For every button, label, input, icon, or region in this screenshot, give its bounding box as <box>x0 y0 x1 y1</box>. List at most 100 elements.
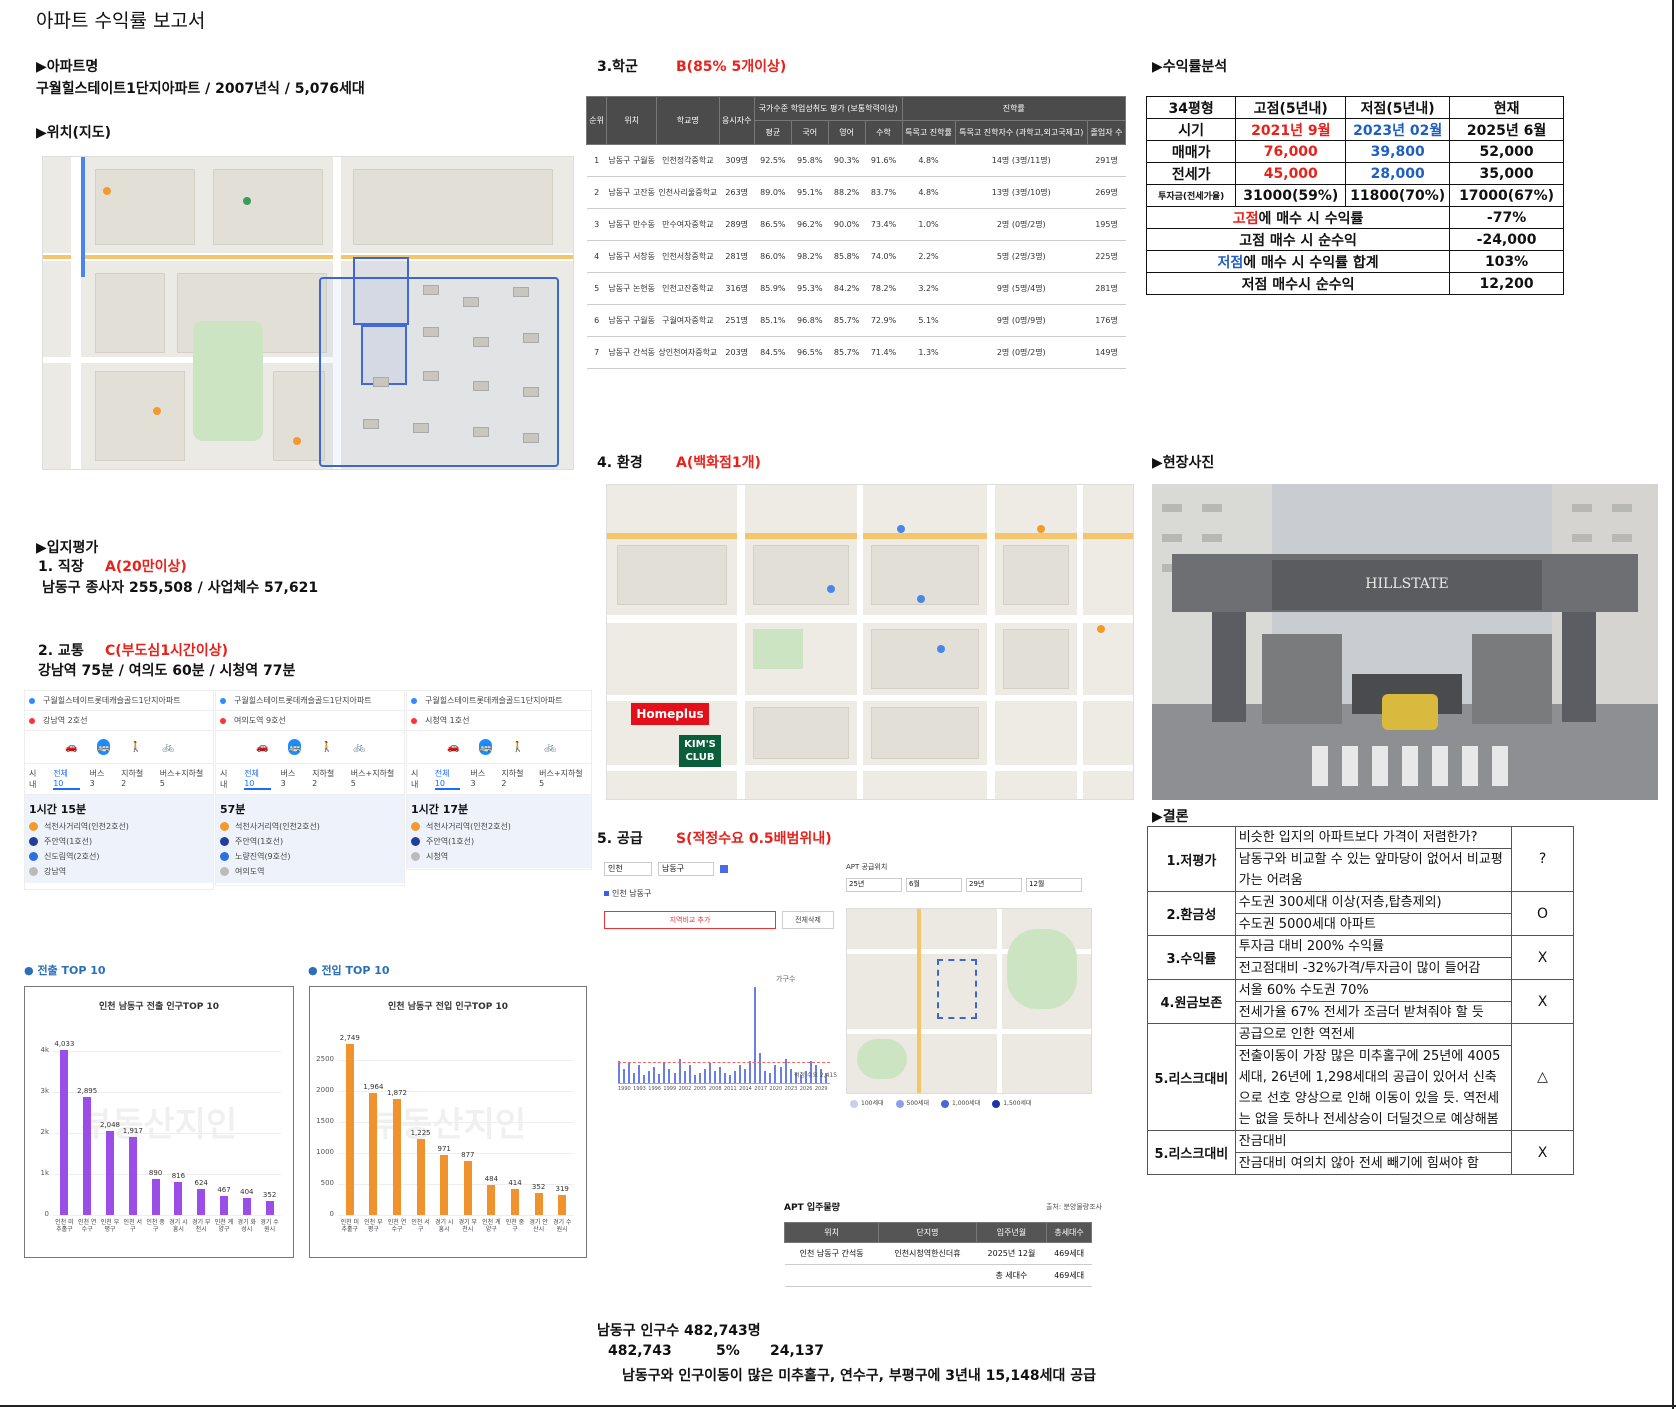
supply-bars <box>618 966 830 1084</box>
route-to[interactable]: 시청역 1호선 <box>407 711 591 731</box>
route-result[interactable]: 1시간 15분 석천사거리역(인천2호선) 주안역(1호선) 신도림역(2호선) 강남역 <box>25 795 213 883</box>
bar[interactable] <box>345 1044 354 1215</box>
route-tab[interactable]: 버스+지하철 5 <box>539 768 587 790</box>
bike-icon[interactable]: 🚲 <box>162 739 174 755</box>
route-tab[interactable]: 시내 <box>29 768 43 790</box>
bar[interactable] <box>534 1193 543 1215</box>
bar[interactable] <box>106 1131 114 1215</box>
school-row: 6 남동구 구월동 구월여자중학교 251명 85.1% 96.8% 85.7% 72.9% 5… <box>586 304 1126 337</box>
route-tab[interactable]: 버스+지하철 5 <box>351 768 400 790</box>
filter-end-year[interactable]: 29년 <box>966 878 1022 892</box>
bike-icon[interactable]: 🚲 <box>353 739 365 755</box>
route-from[interactable]: 구월힐스테이트롯데캐슬골드1단지아파트 <box>407 691 591 711</box>
filter-start-year[interactable]: 25년 <box>846 878 902 892</box>
region-select-gu[interactable]: 남동구 <box>658 862 714 876</box>
bar[interactable] <box>242 1198 251 1215</box>
route-tab[interactable]: 지하철 2 <box>501 768 529 790</box>
supply-bar <box>663 1063 666 1083</box>
route-tab[interactable]: 전체 10 <box>53 768 80 790</box>
mode-selector: 🚗 🚌 🚶 🚲 <box>25 731 213 763</box>
yield-cell: 39,800 <box>1345 140 1451 163</box>
route-from[interactable]: 구월힐스테이트롯데캐슬골드1단지아파트 <box>216 691 404 711</box>
bar[interactable] <box>463 1160 472 1215</box>
bike-icon[interactable]: 🚲 <box>544 739 556 755</box>
bar[interactable] <box>220 1195 228 1215</box>
route-tab[interactable]: 지하철 2 <box>312 768 341 790</box>
bus-icon[interactable]: 🚌 <box>97 739 110 755</box>
bar[interactable] <box>369 1093 378 1215</box>
school-cell: 263명 <box>719 176 755 209</box>
summary-rest: 에 매수 시 수익률 합계 <box>1243 254 1379 271</box>
filter-start-month[interactable]: 6월 <box>906 878 962 892</box>
bar[interactable] <box>151 1178 160 1215</box>
route-tab[interactable]: 버스 3 <box>90 768 112 790</box>
bar[interactable] <box>265 1200 274 1215</box>
route-tab[interactable]: 지하철 2 <box>121 768 150 790</box>
bar[interactable] <box>487 1184 496 1215</box>
bar[interactable] <box>197 1189 206 1215</box>
car-icon[interactable]: 🚗 <box>256 739 268 755</box>
page-border-right <box>1672 0 1674 1409</box>
school-cell: 남동구 고잔동 <box>606 176 657 209</box>
bar[interactable] <box>83 1096 92 1215</box>
occ-td: 인천 남동구 간석동 <box>784 1242 879 1265</box>
grid-line <box>53 1051 281 1053</box>
route-result[interactable]: 57분 석천사거리역(인천2호선) 주안역(1호선) 노량진역(9호선) 여의도역 <box>216 795 404 883</box>
bar[interactable] <box>60 1050 69 1215</box>
station-icon <box>411 837 420 846</box>
delete-all-button[interactable]: 전체삭제 <box>782 911 834 929</box>
origin-dot-icon <box>411 697 417 704</box>
route-result[interactable]: 1시간 17분 석천사거리역(인천2호선) 주안역(1호선) 시청역 <box>407 795 591 868</box>
checkbox-icon[interactable] <box>720 865 728 873</box>
destination-dot-icon <box>220 717 226 724</box>
station-icon <box>29 837 38 846</box>
route-step-text: 석천사거리역(인천2호선) <box>44 822 129 831</box>
car-icon[interactable]: 🚗 <box>65 739 77 755</box>
supply-chart-panel: 인천 남동구 인천 남동구 지역비교 추가 전체삭제 가구수 적정 수요 2,4… <box>604 862 840 1112</box>
bar[interactable] <box>128 1136 137 1215</box>
supply-bar <box>633 1073 636 1083</box>
route-tab[interactable]: 버스 3 <box>470 768 491 790</box>
conclusion-line: 공급으로 인한 역전세 <box>1235 1024 1512 1046</box>
bus-icon[interactable]: 🚌 <box>479 739 492 755</box>
station-icon <box>411 822 420 831</box>
route-tab[interactable]: 시내 <box>220 768 234 790</box>
route-panels: 구월힐스테이트롯데캐슬골드1단지아파트강남역 2호선 🚗 🚌 🚶 🚲 시내 전체 10 버스 … <box>24 690 596 894</box>
category-label: 인천 중구 <box>505 1219 525 1233</box>
add-compare-button[interactable]: 지역비교 추가 <box>604 911 776 929</box>
legend-item: 1,500세대 <box>992 1098 1031 1108</box>
school-cell: 71.4% <box>865 336 902 369</box>
walk-icon[interactable]: 🚶 <box>130 739 142 755</box>
route-tab[interactable]: 시내 <box>411 768 425 790</box>
walk-icon[interactable]: 🚶 <box>321 739 333 755</box>
environment-map[interactable]: Homeplus KIM'S CLUB <box>606 484 1134 800</box>
walk-icon[interactable]: 🚶 <box>512 739 524 755</box>
route-tab[interactable]: 버스+지하철 5 <box>160 768 209 790</box>
bus-icon[interactable]: 🚌 <box>288 739 301 755</box>
destination-dot-icon <box>29 717 35 724</box>
bar[interactable] <box>393 1098 401 1215</box>
school-cell: 3 <box>586 208 607 241</box>
pop-line3: 남동구와 인구이동이 많은 미추홀구, 연수구, 부평구에 3년내 15,148… <box>622 1368 1097 1384</box>
region-select-city[interactable]: 인천 <box>604 862 652 876</box>
supply-map[interactable] <box>846 908 1092 1094</box>
car-icon[interactable]: 🚗 <box>447 739 459 755</box>
y-tick-label: 1500 <box>316 1116 334 1125</box>
route-tab[interactable]: 버스 3 <box>281 768 303 790</box>
school-cell: 14명 (3명/11명) <box>955 144 1088 177</box>
bar[interactable] <box>511 1189 519 1215</box>
route-to-text: 강남역 2호선 <box>43 716 88 725</box>
school-th: 학교명 <box>656 96 720 145</box>
route-from[interactable]: 구월힐스테이트롯데캐슬골드1단지아파트 <box>25 691 213 711</box>
bar[interactable] <box>174 1181 183 1215</box>
route-tab[interactable]: 전체 10 <box>244 768 271 790</box>
route-to[interactable]: 강남역 2호선 <box>25 711 213 731</box>
bar[interactable] <box>440 1154 449 1215</box>
bar[interactable] <box>416 1138 425 1215</box>
route-to[interactable]: 여의도역 9호선 <box>216 711 404 731</box>
filter-end-month[interactable]: 12월 <box>1026 878 1082 892</box>
route-tab[interactable]: 전체 10 <box>434 768 461 790</box>
bar[interactable] <box>558 1195 567 1215</box>
location-map[interactable] <box>42 156 574 470</box>
category-label: 경기 부천시 <box>191 1219 211 1233</box>
